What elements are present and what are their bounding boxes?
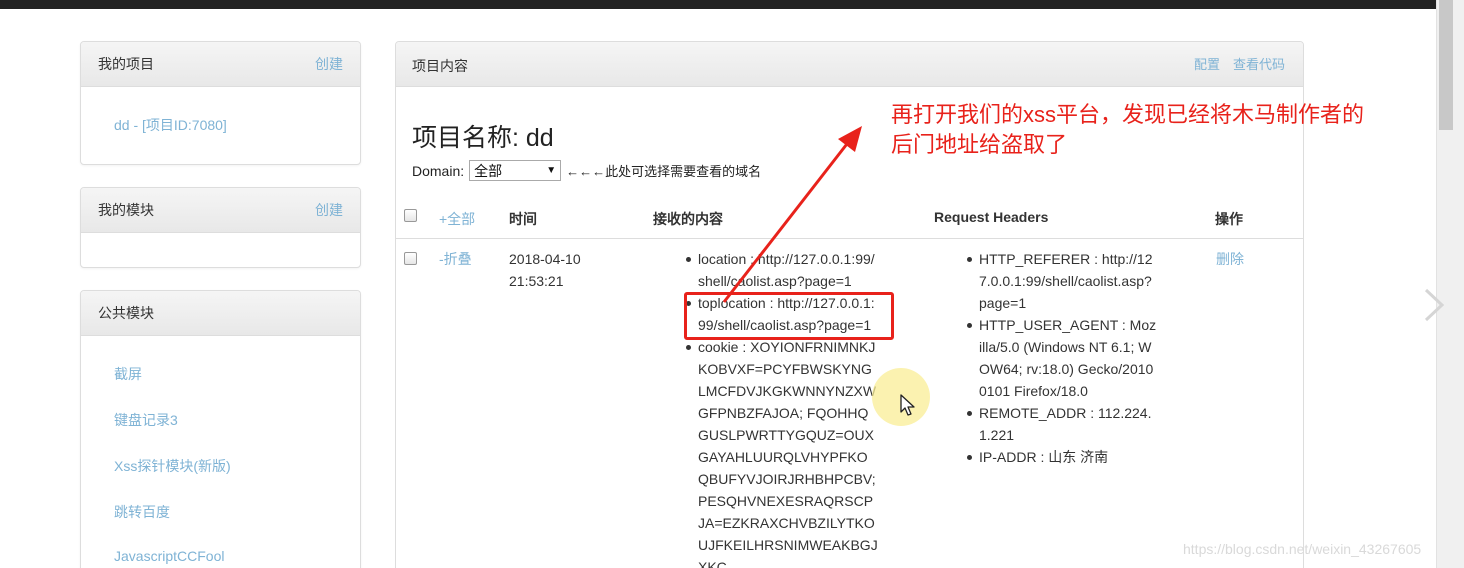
- scrollbar-thumb[interactable]: [1439, 0, 1453, 130]
- my-projects-title: 我的项目: [98, 56, 154, 72]
- my-modules-panel: 我的模块 创建: [80, 187, 361, 268]
- module-link-xss-probe[interactable]: Xss探针模块(新版): [114, 456, 327, 502]
- request-headers-list: HTTP_REFERER : http://12 7.0.0.1:99/shel…: [965, 248, 1179, 468]
- highlight-box: [684, 292, 894, 340]
- annotation-text: 再打开我们的xss平台，发现已经将木马制作者的 后门地址给盗取了: [891, 100, 1436, 160]
- dropdown-arrow-icon: ▼: [546, 165, 557, 176]
- create-module-link[interactable]: 创建: [315, 200, 343, 220]
- table-header-divider: [396, 238, 1303, 239]
- module-link-cc-fool[interactable]: JavascriptCCFool: [114, 548, 327, 568]
- public-modules-title: 公共模块: [98, 305, 154, 321]
- annotation-line-1: 再打开我们的xss平台，发现已经将木马制作者的: [891, 102, 1365, 127]
- domain-filter-row: Domain: 全部 ▼ ←←←此处可选择需要查看的域名: [412, 160, 761, 181]
- project-content-header: 项目内容 配置 查看代码: [396, 42, 1303, 87]
- my-modules-header: 我的模块 创建: [81, 188, 360, 233]
- row-checkbox[interactable]: [404, 252, 417, 265]
- content-cookie: cookie : XOYIONFRNIMNKJ KOBVXF=PCYFBWSKY…: [684, 336, 902, 568]
- domain-select[interactable]: 全部 ▼: [469, 160, 562, 181]
- header-ip-addr: IP-ADDR : 山东 济南: [965, 446, 1179, 468]
- domain-selected-value: 全部: [474, 162, 503, 179]
- watermark: https://blog.csdn.net/weixin_43267605: [1183, 541, 1422, 557]
- domain-hint: ←←←此处可选择需要查看的域名: [566, 164, 762, 179]
- my-projects-panel: 我的项目 创建 dd - [项目ID:7080]: [80, 41, 361, 165]
- header-referer: HTTP_REFERER : http://12 7.0.0.1:99/shel…: [965, 248, 1179, 314]
- content-location: location : http://127.0.0.1:99/ shell/ca…: [684, 248, 902, 292]
- row-time: 2018-04-10 21:53:21: [509, 248, 581, 292]
- my-modules-title: 我的模块: [98, 202, 154, 218]
- module-link-screenshot[interactable]: 截屏: [114, 364, 327, 410]
- create-project-link[interactable]: 创建: [315, 54, 343, 74]
- public-modules-panel: 公共模块 截屏 键盘记录3 Xss探针模块(新版) 跳转百度 Javascrip…: [80, 290, 361, 568]
- annotation-line-2: 后门地址给盗取了: [891, 132, 1068, 157]
- my-projects-header: 我的项目 创建: [81, 42, 360, 87]
- header-remote-addr: REMOTE_ADDR : 112.224. 1.221: [965, 402, 1179, 446]
- mouse-cursor-icon: [900, 394, 915, 416]
- delete-row-link[interactable]: 删除: [1216, 248, 1244, 270]
- row-clock: 21:53:21: [509, 273, 564, 289]
- row-date: 2018-04-10: [509, 251, 581, 267]
- module-link-keylogger[interactable]: 键盘记录3: [114, 410, 327, 456]
- config-link[interactable]: 配置: [1194, 54, 1220, 73]
- time-column-header: 时间: [509, 211, 537, 227]
- select-all-checkbox[interactable]: [404, 209, 417, 222]
- project-link-dd[interactable]: dd - [项目ID:7080]: [114, 115, 327, 135]
- module-link-redirect-baidu[interactable]: 跳转百度: [114, 502, 327, 548]
- operations-column-header: 操作: [1215, 211, 1243, 227]
- window-top-bar: [0, 0, 1464, 9]
- collapse-row-link[interactable]: -折叠: [439, 248, 472, 270]
- project-name-heading: 项目名称: dd: [412, 124, 554, 152]
- content-column-header: 接收的内容: [653, 211, 723, 227]
- headers-column-header: Request Headers: [934, 209, 1049, 225]
- view-code-link[interactable]: 查看代码: [1233, 54, 1285, 73]
- public-modules-header: 公共模块: [81, 291, 360, 336]
- project-content-title: 项目内容: [412, 58, 468, 74]
- header-user-agent: HTTP_USER_AGENT : Moz illa/5.0 (Windows …: [965, 314, 1179, 402]
- domain-label: Domain:: [412, 162, 465, 179]
- expand-all-link[interactable]: +全部: [439, 209, 475, 229]
- chevron-right-icon[interactable]: [1418, 286, 1452, 324]
